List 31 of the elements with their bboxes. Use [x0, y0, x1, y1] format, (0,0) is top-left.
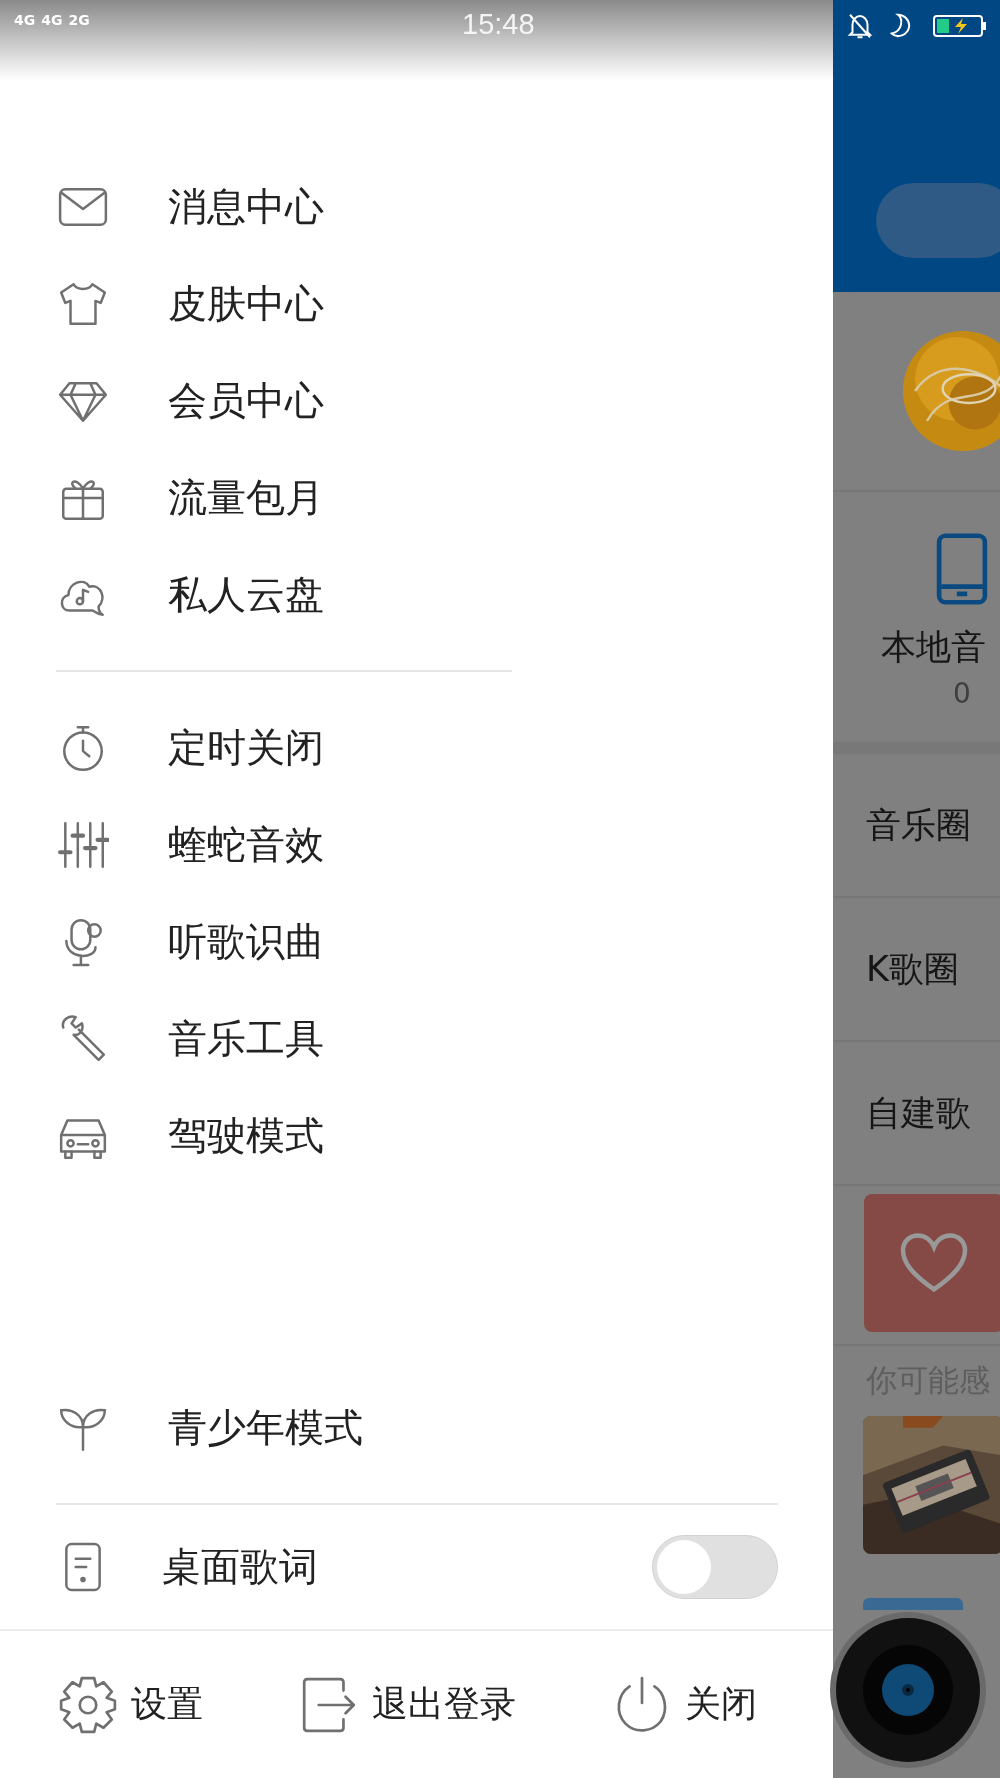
menu-item[interactable]: 青少年模式 — [0, 1379, 833, 1476]
menu-item[interactable]: 听歌识曲 — [0, 893, 833, 990]
clock-time: 15:48 — [462, 8, 535, 41]
battery-icon — [933, 14, 987, 38]
action-button[interactable]: 退出登录 — [298, 1673, 516, 1736]
menu-item[interactable]: 定时关闭 — [0, 699, 833, 796]
list-row[interactable]: 自建歌 — [833, 1042, 1000, 1186]
desktop-lyrics-row: 桌面歌词 — [0, 1505, 833, 1629]
menu-item[interactable]: 流量包月 — [0, 449, 833, 546]
action-button[interactable]: 设置 — [57, 1673, 203, 1736]
local-music-label: 本地音 — [881, 626, 986, 669]
signal-label: 4G — [14, 12, 36, 28]
favorites-tile[interactable] — [864, 1194, 1000, 1332]
menu-item[interactable]: 私人云盘 — [0, 546, 833, 643]
song-count: 0 — [953, 677, 971, 710]
menu-item[interactable]: 消息中心 — [0, 158, 833, 255]
menu-item[interactable]: 音乐工具 — [0, 990, 833, 1087]
signal-label: 2G — [68, 12, 90, 28]
phone-icon — [936, 532, 988, 606]
menu-item[interactable]: 皮肤中心 — [0, 255, 833, 352]
search-field[interactable] — [876, 183, 1000, 258]
menu-item[interactable]: 驾驶模式 — [0, 1087, 833, 1184]
heart-icon — [899, 1232, 969, 1294]
signal-label: 4G — [41, 12, 63, 28]
record-disc-icon[interactable] — [828, 1610, 988, 1770]
action-button[interactable]: 关闭 — [611, 1673, 757, 1736]
list-row[interactable]: 音乐圈 — [833, 754, 1000, 898]
bell-off-icon — [845, 11, 875, 41]
menu-item[interactable]: 蝰蛇音效 — [0, 796, 833, 893]
list-row[interactable]: K歌圈 — [833, 898, 1000, 1042]
menu-item[interactable]: 会员中心 — [0, 352, 833, 449]
